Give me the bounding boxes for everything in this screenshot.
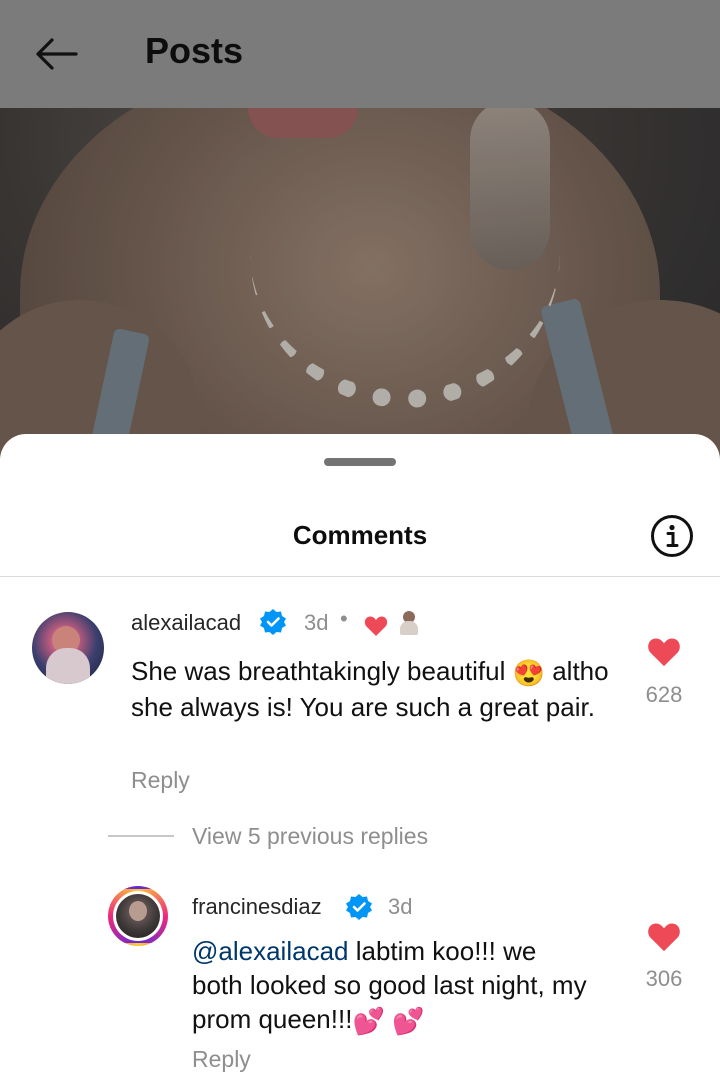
header-divider <box>0 576 720 577</box>
comment-text-line1: She was breathtakingly beautiful <box>131 656 506 686</box>
like-count: 306 <box>645 966 683 991</box>
reply-text: @alexailacad labtim koo!!! we both looke… <box>192 934 592 1038</box>
reply-avatar[interactable] <box>108 886 168 946</box>
heart-eyes-emoji: 😍 <box>512 658 545 689</box>
sheet-title: Comments <box>292 520 428 550</box>
top-bar: Posts <box>0 0 720 108</box>
info-button[interactable] <box>650 514 694 558</box>
like-button[interactable] <box>647 636 681 668</box>
reply-time: 3d <box>388 894 413 919</box>
back-button[interactable] <box>30 32 82 76</box>
reply-button[interactable]: Reply <box>192 1046 251 1073</box>
comment-text: She was breathtakingly beautiful 😍 altho… <box>131 654 611 724</box>
reply-button[interactable]: Reply <box>131 767 190 794</box>
replies-line <box>108 835 174 837</box>
heart-filled-icon <box>648 638 680 667</box>
info-icon <box>651 515 693 557</box>
verified-badge-icon <box>346 894 372 920</box>
avatar[interactable] <box>32 612 104 684</box>
mention-link[interactable]: @alexailacad <box>192 936 348 966</box>
verified-badge-icon <box>260 609 286 635</box>
like-button[interactable] <box>647 921 681 953</box>
like-count: 628 <box>645 682 683 707</box>
view-previous-replies-button[interactable]: View 5 previous replies <box>192 823 428 850</box>
heart-filled-icon <box>648 923 680 952</box>
heart-icon <box>364 616 388 636</box>
comment-time: 3d <box>304 610 329 635</box>
two-hearts-emoji: 💕 💕 <box>352 1006 425 1037</box>
author-avatar-mini <box>398 611 420 635</box>
arrow-left-icon <box>36 38 78 70</box>
reply-username[interactable]: francinesdiaz <box>192 894 322 920</box>
comment-username[interactable]: alexailacad <box>131 610 241 636</box>
page-title: Posts <box>145 30 244 71</box>
sheet-drag-handle[interactable] <box>324 458 396 466</box>
dot-separator: • <box>340 606 348 631</box>
